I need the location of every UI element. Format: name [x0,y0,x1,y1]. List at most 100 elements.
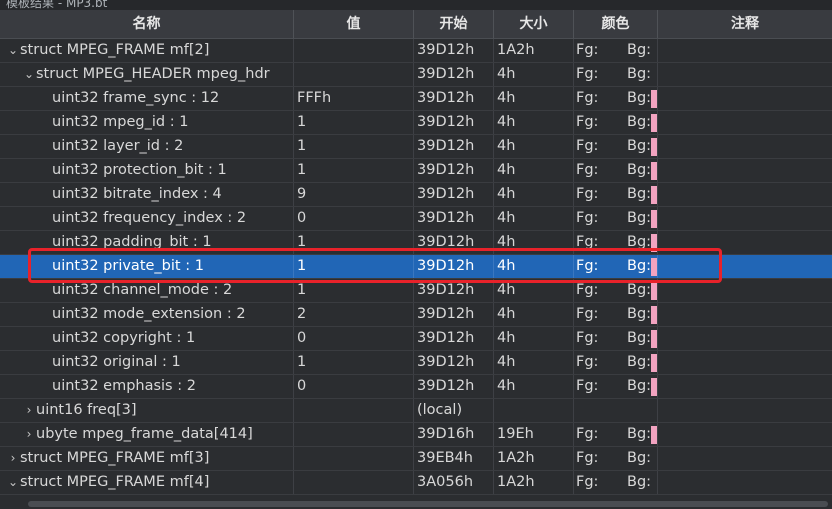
comment-cell[interactable] [658,399,832,422]
column-header-value[interactable]: 值 [294,10,414,38]
value-cell[interactable] [294,423,414,446]
comment-cell[interactable] [658,159,832,182]
color-cell[interactable]: Fg: Bg: [574,39,658,62]
name-cell[interactable]: uint32 layer_id : 2 [0,135,294,158]
table-row[interactable]: uint32 copyright : 1 0 39D12h 4h Fg: Bg: [0,327,832,351]
name-cell[interactable]: › ubyte mpeg_frame_data[414] [0,423,294,446]
color-cell[interactable]: Fg: Bg: [574,183,658,206]
color-cell[interactable]: Fg: Bg: [574,207,658,230]
value-cell[interactable] [294,63,414,86]
comment-cell[interactable] [658,279,832,302]
name-cell[interactable]: ⌄ struct MPEG_HEADER mpeg_hdr [0,63,294,86]
comment-cell[interactable] [658,255,832,278]
comment-cell[interactable] [658,111,832,134]
comment-cell[interactable] [658,327,832,350]
value-cell[interactable] [294,471,414,494]
color-cell[interactable]: Fg: Bg: [574,327,658,350]
table-row[interactable]: uint32 bitrate_index : 4 9 39D12h 4h Fg: Bg: [0,183,832,207]
table-row[interactable]: uint32 frame_sync : 12 FFFh 39D12h 4h Fg: Bg: [0,87,832,111]
comment-cell[interactable] [658,351,832,374]
table-row[interactable]: uint32 original : 1 1 39D12h 4h Fg: Bg: [0,351,832,375]
name-cell[interactable]: uint32 frequency_index : 2 [0,207,294,230]
comment-cell[interactable] [658,183,832,206]
comment-cell[interactable] [658,423,832,446]
color-cell[interactable]: Fg: Bg: [574,423,658,446]
comment-cell[interactable] [658,63,832,86]
column-header-color[interactable]: 颜色 [574,10,658,38]
table-row[interactable]: › uint16 freq[3] (local) [0,399,832,423]
comment-cell[interactable] [658,39,832,62]
comment-cell[interactable] [658,87,832,110]
color-cell[interactable]: Fg: Bg: [574,303,658,326]
table-row-selected[interactable]: uint32 private_bit : 1 1 39D12h 4h Fg: Bg: [0,255,832,279]
value-cell[interactable] [294,447,414,470]
color-cell[interactable]: Fg: Bg: [574,231,658,254]
expanded-chevron-icon[interactable]: ⌄ [22,63,36,86]
name-cell[interactable]: uint32 mode_extension : 2 [0,303,294,326]
column-header-comment[interactable]: 注释 [658,10,832,38]
color-cell[interactable]: Fg: Bg: [574,87,658,110]
table-row[interactable]: ⌄ struct MPEG_FRAME mf[4] 3A056h 1A2h Fg: Bg: [0,471,832,495]
name-cell[interactable]: › uint16 freq[3] [0,399,294,422]
name-cell[interactable]: uint32 padding_bit : 1 [0,231,294,254]
expanded-chevron-icon[interactable]: ⌄ [6,39,20,62]
color-cell[interactable]: Fg: Bg: [574,63,658,86]
table-row[interactable]: ⌄ struct MPEG_HEADER mpeg_hdr 39D12h 4h Fg: B… [0,63,832,87]
value-cell[interactable]: 2 [294,303,414,326]
value-cell[interactable]: 1 [294,255,414,278]
name-cell[interactable]: uint32 protection_bit : 1 [0,159,294,182]
scrollbar-thumb[interactable] [28,501,828,507]
value-cell[interactable]: 1 [294,135,414,158]
name-cell[interactable]: uint32 private_bit : 1 [0,255,294,278]
table-row[interactable]: › struct MPEG_FRAME mf[3] 39EB4h 1A2h Fg: Bg: [0,447,832,471]
table-row[interactable]: uint32 mode_extension : 2 2 39D12h 4h Fg: Bg: [0,303,832,327]
value-cell[interactable]: 0 [294,207,414,230]
color-cell[interactable]: Fg: Bg: [574,375,658,398]
color-cell[interactable] [574,399,658,422]
comment-cell[interactable] [658,207,832,230]
horizontal-scrollbar[interactable] [0,499,832,509]
name-cell[interactable]: uint32 original : 1 [0,351,294,374]
name-cell[interactable]: uint32 bitrate_index : 4 [0,183,294,206]
color-cell[interactable]: Fg: Bg: [574,159,658,182]
comment-cell[interactable] [658,231,832,254]
name-cell[interactable]: › struct MPEG_FRAME mf[3] [0,447,294,470]
color-cell[interactable]: Fg: Bg: [574,279,658,302]
name-cell[interactable]: ⌄ struct MPEG_FRAME mf[4] [0,471,294,494]
comment-cell[interactable] [658,447,832,470]
comment-cell[interactable] [658,303,832,326]
table-row[interactable]: uint32 padding_bit : 1 1 39D12h 4h Fg: Bg: [0,231,832,255]
value-cell[interactable]: 1 [294,159,414,182]
table-row[interactable]: uint32 mpeg_id : 1 1 39D12h 4h Fg: Bg: [0,111,832,135]
collapsed-chevron-icon[interactable]: › [6,447,20,470]
value-cell[interactable]: 1 [294,231,414,254]
comment-cell[interactable] [658,471,832,494]
value-cell[interactable]: 0 [294,327,414,350]
collapsed-chevron-icon[interactable]: › [22,423,36,446]
table-row[interactable]: uint32 frequency_index : 2 0 39D12h 4h Fg: Bg… [0,207,832,231]
table-row[interactable]: uint32 protection_bit : 1 1 39D12h 4h Fg: Bg: [0,159,832,183]
value-cell[interactable]: 1 [294,279,414,302]
expanded-chevron-icon[interactable]: ⌄ [6,471,20,494]
table-row[interactable]: › ubyte mpeg_frame_data[414] 39D16h 19Eh Fg:… [0,423,832,447]
column-header-name[interactable]: 名称 [0,10,294,38]
value-cell[interactable] [294,39,414,62]
name-cell[interactable]: uint32 mpeg_id : 1 [0,111,294,134]
color-cell[interactable]: Fg: Bg: [574,255,658,278]
table-row[interactable]: ⌄ struct MPEG_FRAME mf[2] 39D12h 1A2h Fg: Bg: [0,39,832,63]
column-header-start[interactable]: 开始 [414,10,494,38]
column-header-size[interactable]: 大小 [494,10,574,38]
table-row[interactable]: uint32 layer_id : 2 1 39D12h 4h Fg: Bg: [0,135,832,159]
comment-cell[interactable] [658,375,832,398]
value-cell[interactable]: 1 [294,111,414,134]
name-cell[interactable]: uint32 emphasis : 2 [0,375,294,398]
value-cell[interactable] [294,399,414,422]
color-cell[interactable]: Fg: Bg: [574,111,658,134]
color-cell[interactable]: Fg: Bg: [574,447,658,470]
color-cell[interactable]: Fg: Bg: [574,471,658,494]
value-cell[interactable]: 1 [294,351,414,374]
value-cell[interactable]: 9 [294,183,414,206]
comment-cell[interactable] [658,135,832,158]
table-row[interactable]: uint32 emphasis : 2 0 39D12h 4h Fg: Bg: [0,375,832,399]
name-cell[interactable]: ⌄ struct MPEG_FRAME mf[2] [0,39,294,62]
